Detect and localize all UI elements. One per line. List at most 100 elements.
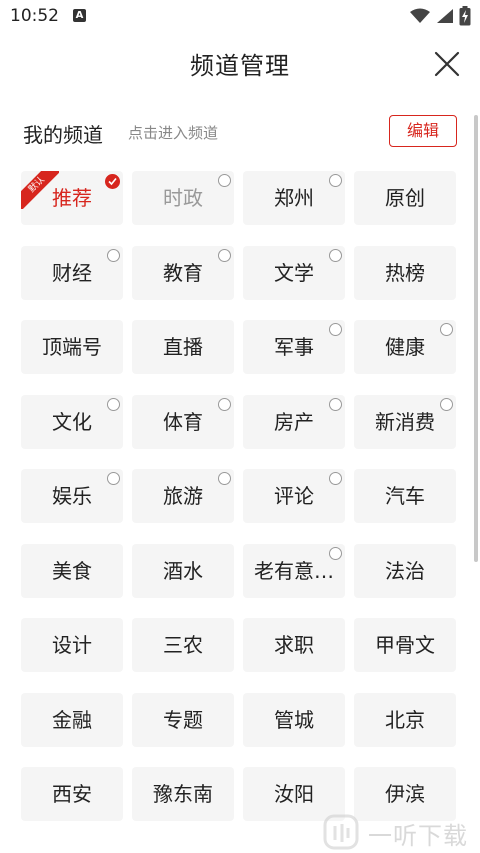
- default-ribbon: 默认: [21, 171, 59, 209]
- channel-tile[interactable]: 评论: [243, 469, 345, 523]
- channel-tile[interactable]: 军事: [243, 320, 345, 374]
- my-channels-hint: 点击进入频道: [128, 124, 219, 142]
- edit-button[interactable]: 编辑: [389, 115, 457, 147]
- channel-label: 教育: [163, 260, 203, 285]
- channel-label: 文学: [274, 260, 314, 285]
- channel-tile[interactable]: 美食: [21, 543, 123, 598]
- channel-label: 体育: [163, 409, 203, 434]
- channel-label: 专题: [163, 707, 203, 732]
- radio-circle-icon[interactable]: [329, 248, 342, 262]
- channel-tile[interactable]: 默认 推荐: [21, 171, 123, 225]
- channel-label: 热榜: [385, 260, 425, 285]
- channel-tile[interactable]: 金融: [21, 692, 123, 747]
- scrollbar-thumb[interactable]: [474, 115, 478, 562]
- channel-tile[interactable]: 体育: [132, 394, 234, 449]
- channel-tile[interactable]: 酒水: [132, 543, 234, 598]
- checkmark-icon[interactable]: [105, 174, 120, 189]
- channel-label: 原创: [385, 186, 425, 210]
- channel-tile[interactable]: 老有意…: [243, 543, 345, 598]
- channel-label: 酒水: [163, 558, 203, 583]
- channel-tile[interactable]: 娱乐: [21, 469, 123, 523]
- watermark: 一听下载: [322, 812, 480, 852]
- radio-circle-icon[interactable]: [329, 472, 342, 485]
- radio-circle-icon[interactable]: [329, 323, 342, 336]
- channel-label: 设计: [52, 633, 92, 657]
- channel-tile[interactable]: 健康: [354, 320, 456, 374]
- radio-circle-icon[interactable]: [440, 323, 453, 336]
- channel-tile[interactable]: 文学: [243, 245, 345, 300]
- close-button[interactable]: [428, 45, 466, 83]
- channel-label: 老有意…: [254, 558, 334, 583]
- channel-tile[interactable]: 郑州: [243, 171, 345, 225]
- channel-tile[interactable]: 房产: [243, 394, 345, 449]
- channel-tile[interactable]: 豫东南: [132, 767, 234, 821]
- channel-label: 求职: [274, 633, 314, 657]
- radio-circle-icon[interactable]: [218, 174, 231, 187]
- radio-circle-icon[interactable]: [329, 397, 342, 411]
- wifi-icon: [410, 8, 430, 23]
- channel-tile[interactable]: 旅游: [132, 469, 234, 523]
- channel-tile[interactable]: 汽车: [354, 469, 456, 523]
- radio-circle-icon[interactable]: [107, 248, 120, 262]
- channel-label: 评论: [274, 484, 314, 508]
- channel-tile[interactable]: 文化: [21, 394, 123, 449]
- channel-tile[interactable]: 原创: [354, 171, 456, 225]
- channel-tile[interactable]: 财经: [21, 245, 123, 300]
- watermark-logo-icon: [323, 814, 359, 850]
- radio-circle-icon[interactable]: [218, 472, 231, 485]
- channel-tile[interactable]: 三农: [132, 618, 234, 672]
- radio-circle-icon[interactable]: [329, 174, 342, 187]
- watermark-text: 一听下载: [368, 822, 468, 850]
- channel-tile[interactable]: 设计: [21, 618, 123, 672]
- channel-tile[interactable]: 北京: [354, 692, 456, 747]
- status-time: 10:52: [10, 6, 59, 26]
- channel-label: 三农: [163, 633, 203, 657]
- close-icon: [434, 51, 460, 77]
- default-ribbon-label: 默认: [21, 171, 59, 209]
- radio-circle-icon[interactable]: [218, 397, 231, 411]
- channel-label: 财经: [52, 260, 92, 285]
- channel-label: 西安: [52, 782, 92, 806]
- channel-label: 娱乐: [52, 484, 92, 508]
- radio-circle-icon[interactable]: [107, 397, 120, 411]
- channel-label: 军事: [274, 335, 314, 359]
- signal-icon: [437, 9, 453, 23]
- battery-charging-icon: [459, 6, 471, 26]
- channel-label: 顶端号: [42, 335, 102, 359]
- my-channels-title: 我的频道: [23, 123, 103, 147]
- channel-label: 时政: [163, 186, 203, 210]
- status-bar: 10:52 A: [0, 0, 480, 34]
- header: 频道管理: [0, 34, 480, 94]
- channel-label: 管城: [274, 707, 314, 732]
- radio-circle-icon[interactable]: [218, 248, 231, 262]
- channel-label: 文化: [52, 409, 92, 434]
- radio-circle-icon[interactable]: [107, 472, 120, 485]
- radio-circle-icon[interactable]: [329, 546, 342, 560]
- channel-tile[interactable]: 热榜: [354, 245, 456, 300]
- channel-label: 汽车: [385, 484, 425, 508]
- page-title: 频道管理: [190, 52, 290, 80]
- channel-label: 直播: [163, 335, 203, 359]
- channel-tile[interactable]: 西安: [21, 767, 123, 821]
- channel-label: 甲骨文: [375, 633, 435, 657]
- channel-label: 郑州: [274, 186, 314, 210]
- channel-tile[interactable]: 专题: [132, 692, 234, 747]
- channel-label: 新消费: [375, 409, 435, 434]
- notification-a-icon: A: [73, 9, 86, 22]
- channel-tile[interactable]: 时政: [132, 171, 234, 225]
- channel-label: 金融: [52, 707, 92, 732]
- channel-tile[interactable]: 求职: [243, 618, 345, 672]
- channel-tile[interactable]: 甲骨文: [354, 618, 456, 672]
- channel-label: 北京: [385, 707, 425, 732]
- channel-label: 法治: [385, 558, 425, 583]
- channel-tile[interactable]: 新消费: [354, 394, 456, 449]
- channel-tile[interactable]: 管城: [243, 692, 345, 747]
- channel-label: 房产: [274, 409, 314, 434]
- channel-label: 健康: [385, 335, 425, 359]
- channel-label: 汝阳: [274, 782, 314, 806]
- channel-tile[interactable]: 教育: [132, 245, 234, 300]
- channel-tile[interactable]: 直播: [132, 320, 234, 374]
- radio-circle-icon[interactable]: [440, 397, 453, 411]
- channel-tile[interactable]: 法治: [354, 543, 456, 598]
- channel-tile[interactable]: 顶端号: [21, 320, 123, 374]
